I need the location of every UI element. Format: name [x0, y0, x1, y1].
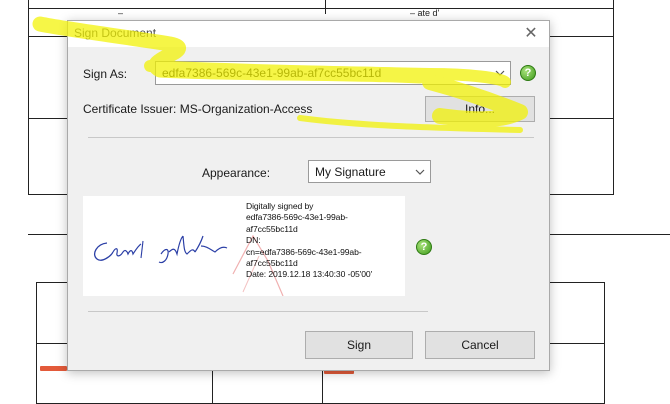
chevron-down-icon	[410, 161, 430, 182]
sign-button[interactable]: Sign	[305, 331, 413, 359]
sign-document-dialog: Sign Document ✕ Sign As: edfa7386-569c-4…	[67, 20, 550, 371]
certificate-issuer-label: Certificate Issuer: MS-Organization-Acce…	[83, 102, 313, 116]
doc-text-right: – ate d'	[410, 8, 440, 18]
preview-line: af7cc55bc11d	[246, 258, 298, 269]
preview-line: cn=edfa7386-569c-43e1-99ab-	[246, 246, 362, 257]
preview-line: af7cc55bc11d	[246, 223, 298, 234]
sign-button-label: Sign	[346, 338, 372, 352]
separator	[88, 137, 534, 138]
cancel-button[interactable]: Cancel	[425, 331, 535, 359]
sign-as-dropdown[interactable]: edfa7386-569c-43e1-99ab-af7cc55bc11d	[155, 61, 511, 85]
sign-as-label: Sign As:	[83, 67, 128, 81]
separator	[88, 311, 428, 312]
appearance-label: Appearance:	[202, 166, 271, 180]
doc-text-left: –	[118, 8, 124, 18]
signature-preview: Digitally signed by edfa7386-569c-43e1-9…	[83, 196, 405, 296]
chevron-down-icon	[490, 62, 510, 84]
help-icon[interactable]: ?	[416, 239, 432, 255]
info-button-label: Info...	[464, 102, 496, 116]
doc-stamp-left	[40, 366, 67, 371]
dialog-title: Sign Document	[74, 26, 157, 40]
preview-line: Date: 2019.12.18 13:40:30 -05'00'	[246, 269, 373, 280]
appearance-value: My Signature	[315, 165, 386, 179]
title-bar[interactable]: Sign Document ✕	[68, 21, 549, 47]
cancel-button-label: Cancel	[461, 338, 499, 352]
close-icon: ✕	[524, 25, 538, 42]
info-button[interactable]: Info...	[425, 96, 535, 122]
preview-line: DN:	[246, 235, 261, 246]
help-icon[interactable]: ?	[520, 65, 536, 81]
sign-as-value: edfa7386-569c-43e1-99ab-af7cc55bc11d	[162, 66, 382, 80]
preview-line: edfa7386-569c-43e1-99ab-	[246, 212, 348, 223]
preview-line: Digitally signed by	[246, 201, 314, 211]
appearance-dropdown[interactable]: My Signature	[308, 160, 431, 183]
close-button[interactable]: ✕	[521, 24, 541, 44]
signature-details: Digitally signed by edfa7386-569c-43e1-9…	[246, 201, 406, 281]
